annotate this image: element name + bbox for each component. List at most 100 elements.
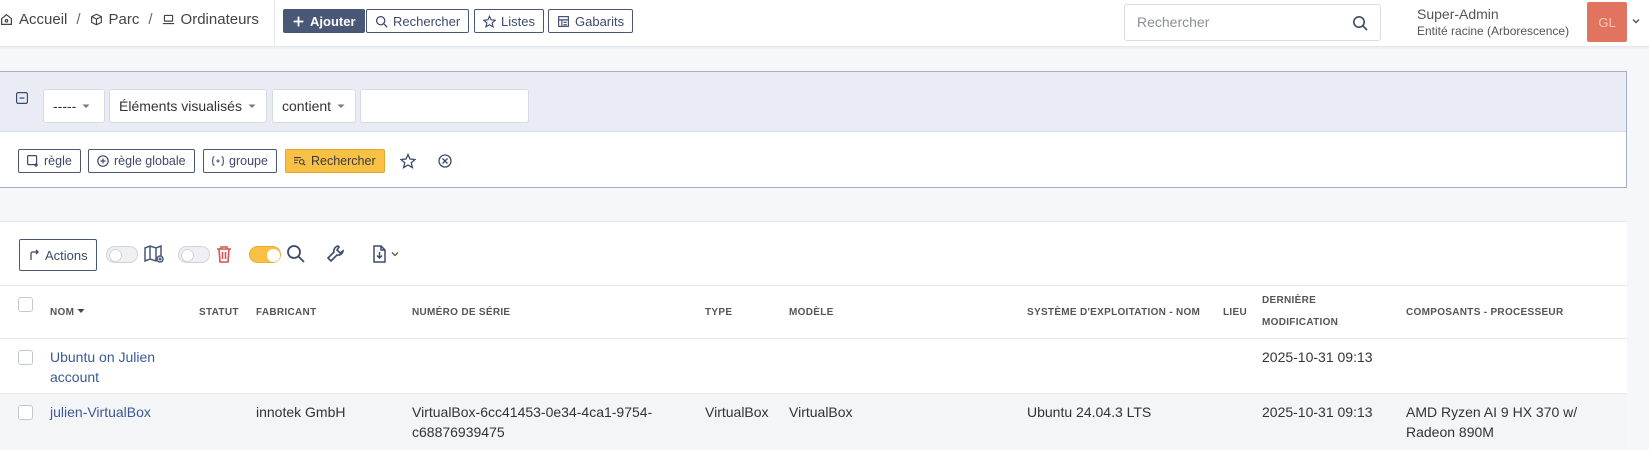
column-header-model[interactable]: MODÈLE [789, 302, 834, 324]
breadcrumb-separator: / [148, 11, 153, 28]
column-header-nom-label: NOM [50, 307, 75, 318]
table-header: NOM STATUT FABRICANT NUMÉRO DE SÉRIE TYP… [0, 285, 1627, 339]
column-header-last-modified[interactable]: DERNIÈRE [1262, 290, 1316, 312]
column-header-type[interactable]: TYPE [705, 302, 732, 324]
caret-down-icon [248, 104, 256, 108]
search-icon [375, 15, 388, 28]
search-toggle[interactable] [249, 246, 281, 263]
collapse-icon[interactable] [16, 92, 28, 104]
templates-button[interactable]: Gabarits [548, 9, 634, 33]
user-name[interactable]: Super-Admin [1417, 6, 1499, 22]
cell-serial-line: c68876939475 [412, 424, 505, 440]
plus-circle-icon [97, 155, 109, 167]
column-header-os[interactable]: SYSTÈME D'EXPLOITATION - NOM [1027, 302, 1200, 324]
cell-model: VirtualBox [789, 404, 853, 420]
cell-last-modified: 2025-10-31 09:13 [1262, 404, 1373, 420]
cell-cpu-line: AMD Ryzen AI 9 HX 370 w/ [1406, 404, 1578, 420]
trash-icon[interactable] [214, 244, 234, 264]
link-operator-select[interactable]: ----- [43, 89, 105, 123]
cell-cpu-line: Radeon 890M [1406, 424, 1494, 440]
item-name-link[interactable]: Ubuntu on Julien account [50, 347, 155, 387]
cell-serial-line: VirtualBox-6cc41453-0e34-4ca1-9754- [412, 404, 653, 420]
add-global-rule-label: règle globale [114, 154, 186, 168]
add-global-rule-button[interactable]: règle globale [88, 149, 195, 173]
field-value: Éléments visualisés [119, 98, 242, 114]
caret-down-icon [337, 104, 345, 108]
user-entity[interactable]: Entité racine (Arborescence) [1417, 24, 1569, 38]
templates-button-label: Gabarits [575, 13, 625, 29]
breadcrumb-home[interactable]: Accueil [0, 11, 67, 28]
breadcrumb-home-label: Accueil [19, 11, 68, 28]
star-icon [483, 14, 496, 28]
link-operator-value: ----- [53, 98, 77, 114]
map-toggle[interactable] [106, 246, 138, 263]
breadcrumb-parc[interactable]: Parc [90, 11, 140, 28]
results-panel: Actions NOM STATUT FABRICANT NUMÉRO DE S… [0, 221, 1627, 450]
actions-button[interactable]: Actions [19, 239, 97, 271]
column-header-statut[interactable]: STATUT [199, 302, 239, 324]
global-search-input[interactable] [1137, 14, 1347, 30]
row-checkbox[interactable] [18, 405, 33, 420]
home-icon [1, 13, 12, 25]
breadcrumb: Accueil / Parc / Ordinateurs [0, 11, 259, 28]
filter-search-icon [294, 157, 306, 166]
column-header-lieu[interactable]: LIEU [1223, 302, 1247, 324]
export-file-icon[interactable] [370, 244, 390, 264]
star-icon[interactable] [400, 153, 416, 169]
avatar[interactable]: GL [1587, 2, 1627, 42]
cell-type: VirtualBox [705, 404, 769, 420]
condition-value: contient [282, 98, 332, 114]
braces-plus-icon [212, 156, 224, 166]
template-icon [558, 15, 569, 27]
cell-cpu: AMD Ryzen AI 9 HX 370 w/ Radeon 890M [1406, 402, 1577, 442]
add-rule-label: règle [44, 154, 72, 168]
criteria-search-label: Rechercher [311, 154, 376, 168]
column-header-fabricant[interactable]: FABRICANT [256, 302, 316, 324]
criteria-value-input[interactable] [360, 89, 529, 123]
search-button[interactable]: Rechercher [366, 9, 470, 33]
plus-icon [293, 16, 304, 26]
search-icon[interactable] [286, 244, 306, 264]
wrench-icon[interactable] [326, 244, 346, 264]
lists-button[interactable]: Listes [474, 9, 544, 33]
condition-select[interactable]: contient [272, 89, 356, 123]
trash-toggle[interactable] [178, 246, 210, 263]
item-name-line: account [50, 369, 100, 385]
top-header: Accueil / Parc / Ordinateurs Ajouter Rec… [0, 0, 1649, 47]
breadcrumb-current[interactable]: Ordinateurs [162, 11, 259, 28]
add-group-button[interactable]: groupe [203, 149, 277, 173]
map-icon[interactable] [144, 244, 164, 264]
item-name-line: julien-VirtualBox [50, 404, 151, 420]
global-search [1124, 4, 1381, 41]
box-icon [90, 13, 102, 26]
select-all-checkbox[interactable] [18, 297, 33, 312]
chevron-down-icon[interactable] [390, 249, 400, 259]
column-header-nom[interactable]: NOM [50, 302, 85, 324]
reset-circle-icon[interactable] [437, 153, 453, 169]
table-row: julien-VirtualBox innotek GmbH VirtualBo… [0, 394, 1627, 450]
column-header-cpu[interactable]: COMPOSANTS - PROCESSEUR [1406, 302, 1563, 324]
item-name-link[interactable]: julien-VirtualBox [50, 402, 151, 422]
add-rule-button[interactable]: règle [18, 149, 81, 173]
add-square-icon [27, 155, 38, 167]
search-button-label: Rechercher [393, 13, 461, 29]
lists-button-label: Listes [501, 13, 535, 29]
criteria-search-button[interactable]: Rechercher [285, 149, 385, 173]
item-name-line: Ubuntu on Julien [50, 349, 156, 365]
table-row: Ubuntu on Julien account 2025-10-31 09:1… [0, 339, 1627, 394]
cell-manufacturer: innotek GmbH [256, 404, 346, 420]
actions-button-label: Actions [45, 247, 88, 263]
breadcrumb-parc-label: Parc [108, 11, 140, 28]
row-checkbox[interactable] [18, 350, 33, 365]
chevron-down-icon[interactable] [1631, 16, 1641, 26]
caret-down-icon [82, 104, 90, 108]
cell-serial: VirtualBox-6cc41453-0e34-4ca1-9754- c688… [412, 402, 652, 442]
field-select[interactable]: Éléments visualisés [109, 89, 267, 123]
search-icon[interactable] [1352, 15, 1368, 31]
criteria-row: ----- Éléments visualisés contient [0, 72, 1626, 132]
add-button[interactable]: Ajouter [283, 9, 365, 33]
column-header-last-modified[interactable]: MODIFICATION [1262, 312, 1338, 334]
add-group-label: groupe [229, 154, 268, 168]
add-button-label: Ajouter [310, 13, 356, 29]
column-header-serial[interactable]: NUMÉRO DE SÉRIE [412, 302, 510, 324]
